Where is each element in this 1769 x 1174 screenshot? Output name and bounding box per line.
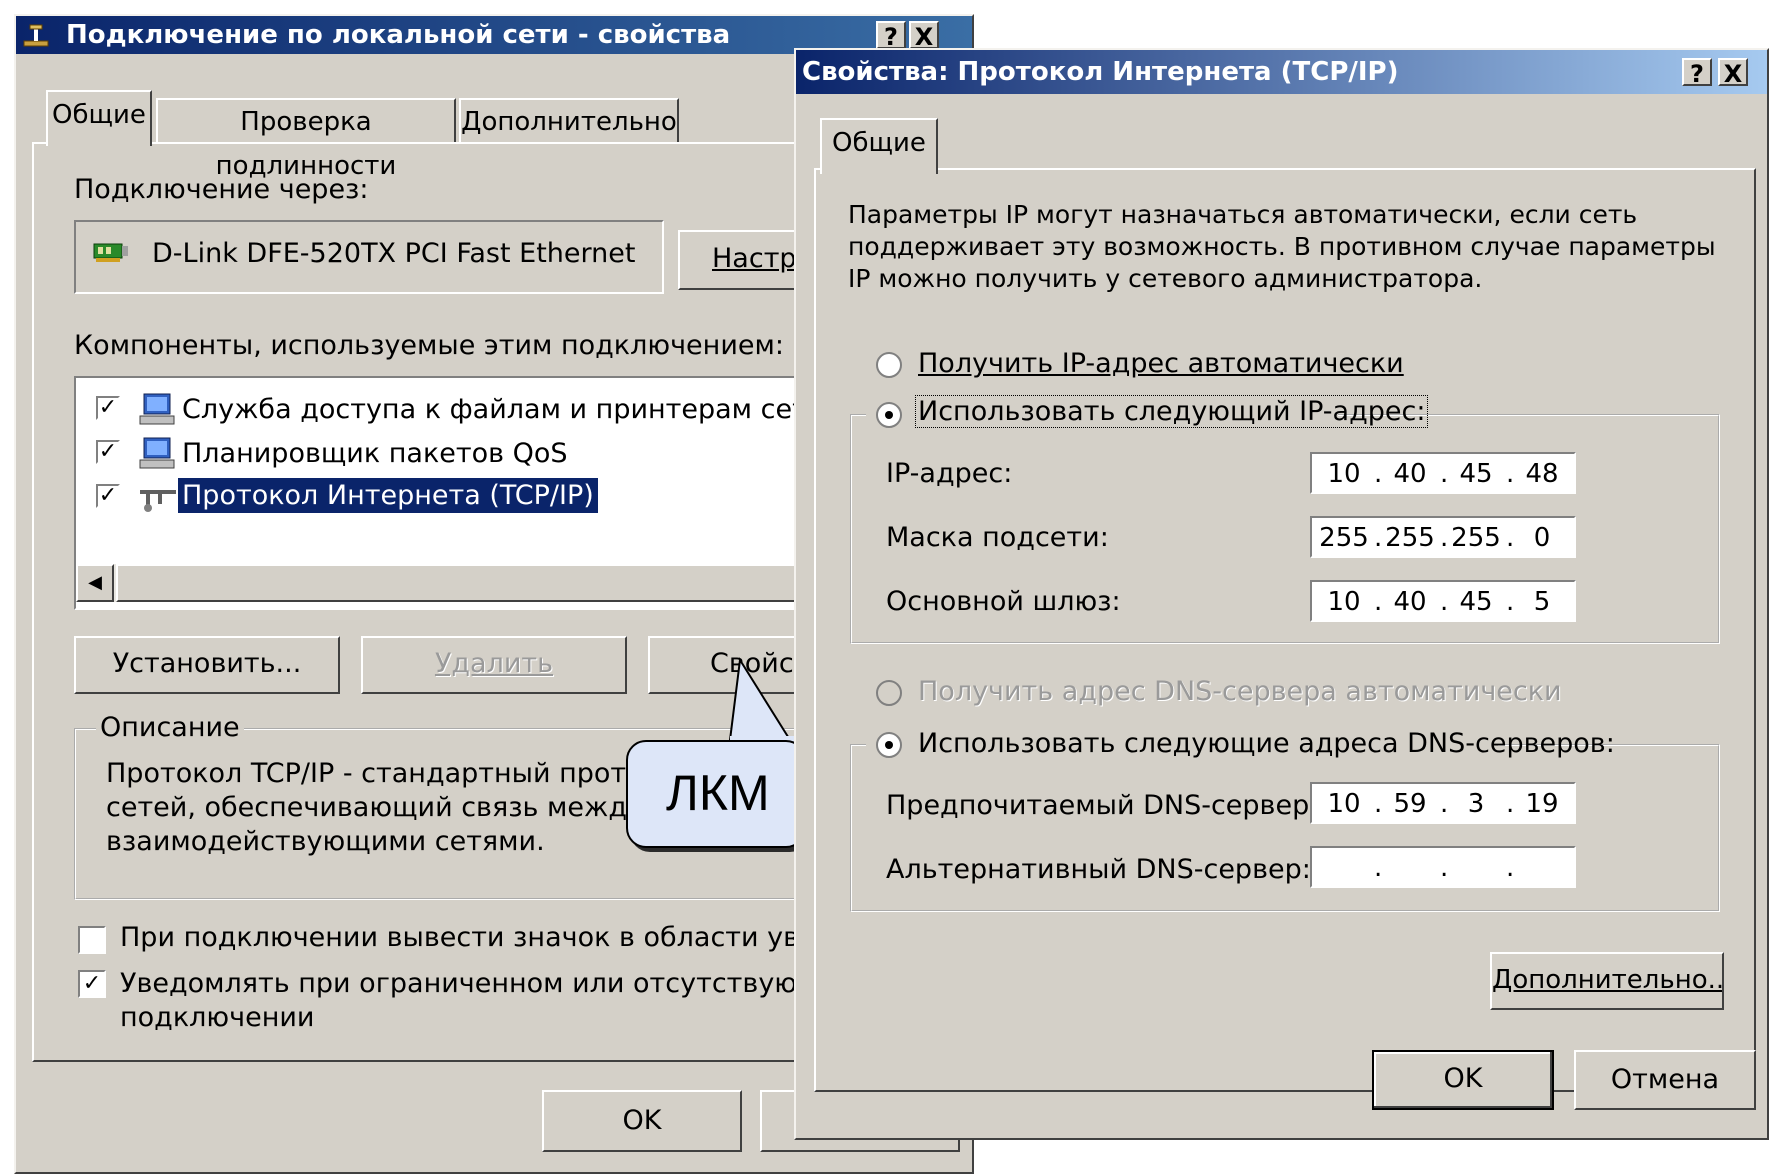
advanced-button-label: Дополнительно...: [1492, 965, 1724, 995]
intro-line: IP можно получить у сетевого администрат…: [848, 264, 1483, 293]
manual-dns-group: [850, 744, 1720, 912]
intro-line: поддерживает эту возможность. В противно…: [848, 232, 1716, 261]
lan-help-button[interactable]: ?: [876, 21, 906, 51]
close-button[interactable]: X: [1718, 58, 1748, 88]
tcpip-dialog-titlebar[interactable]: Свойства: Протокол Интернета (TCP/IP) ? …: [796, 50, 1767, 94]
description-line: сетей, обеспечивающий связь между р: [106, 792, 669, 823]
description-line: Протокол TCP/IP - стандартный проток: [106, 758, 659, 789]
gateway-octet: 5: [1533, 587, 1551, 617]
computer-icon: [136, 436, 176, 476]
gateway-octet: 40: [1393, 587, 1427, 617]
remove-button: Удалить: [361, 636, 627, 694]
computer-icon: [136, 392, 176, 432]
cancel-button[interactable]: Отмена: [1574, 1050, 1756, 1110]
description-title: Описание: [96, 712, 244, 743]
gateway-octet: 10: [1327, 587, 1361, 617]
manual-dns-radio[interactable]: [876, 732, 902, 758]
notify-label-line2: подключении: [120, 1002, 315, 1033]
tab-general-label: Общие: [52, 100, 146, 130]
install-button[interactable]: Установить...: [74, 636, 340, 694]
tab-general[interactable]: Общие: [46, 90, 152, 146]
notify-checkbox[interactable]: ✓: [78, 970, 106, 998]
close-icon: X: [1723, 60, 1743, 88]
subnet-octet: 0: [1533, 523, 1551, 553]
callout-bubble: ЛКМ: [626, 740, 806, 848]
gateway-field[interactable]: 10. 40. 45. 5: [1310, 580, 1576, 622]
lan-ok-label: OK: [622, 1105, 662, 1136]
auto-ip-label: Получить IP-адрес автоматически: [918, 348, 1404, 379]
help-button[interactable]: ?: [1682, 58, 1712, 88]
ip-address-field[interactable]: 10. 40. 45. 48: [1310, 452, 1576, 494]
components-label: Компоненты, используемые этим подключени…: [74, 330, 784, 361]
show-icon-checkbox[interactable]: [78, 926, 106, 954]
description-line: взаимодействующими сетями.: [106, 826, 545, 857]
show-icon-label: При подключении вывести значок в области…: [120, 922, 851, 953]
connect-via-label: Подключение через:: [74, 174, 369, 205]
preferred-dns-field[interactable]: 10. 59. 3. 19: [1310, 782, 1576, 824]
subnet-mask-field[interactable]: 255. 255. 255. 0: [1310, 516, 1576, 558]
preferred-dns-label: Предпочитаемый DNS-сервер:: [886, 790, 1319, 821]
ok-button-label: OK: [1443, 1063, 1483, 1094]
network-icon: [22, 22, 50, 48]
tab-authentication[interactable]: Проверка подлинности: [156, 98, 456, 181]
subnet-octet: 255: [1385, 523, 1435, 553]
configure-button-label: Настр: [712, 243, 797, 274]
tcpip-properties-dialog: Свойства: Протокол Интернета (TCP/IP) ? …: [794, 48, 1769, 1140]
network-card-icon: [92, 240, 130, 268]
component-checkbox[interactable]: ✓: [96, 484, 120, 508]
cancel-button-label: Отмена: [1610, 1064, 1720, 1095]
alternate-dns-label: Альтернативный DNS-сервер:: [886, 854, 1311, 885]
ip-octet: 40: [1393, 459, 1427, 489]
manual-dns-label: Использовать следующие адреса DNS-сервер…: [918, 728, 1615, 759]
scroll-left-button[interactable]: ◀: [76, 564, 114, 602]
advanced-button[interactable]: Дополнительно...: [1490, 952, 1724, 1010]
subnet-octet: 255: [1319, 523, 1369, 553]
notify-label-line1: Уведомлять при ограниченном или отсутств…: [120, 968, 840, 999]
install-button-label: Установить...: [112, 648, 302, 679]
ip-address-label: IP-адрес:: [886, 458, 1013, 489]
lan-dialog-title: Подключение по локальной сети - свойства: [66, 20, 731, 50]
remove-button-label: Удалить: [434, 648, 554, 679]
component-checkbox[interactable]: ✓: [96, 440, 120, 464]
component-label-selected: Протокол Интернета (TCP/IP): [177, 477, 599, 514]
scroll-thumb[interactable]: [116, 564, 816, 602]
component-label: Планировщик пакетов QoS: [182, 438, 568, 469]
auto-ip-radio[interactable]: [876, 352, 902, 378]
protocol-icon: [138, 484, 178, 518]
ip-octet: 48: [1525, 459, 1559, 489]
lan-ok-button[interactable]: OK: [542, 1090, 742, 1152]
subnet-label: Маска подсети:: [886, 522, 1109, 553]
manual-ip-radio[interactable]: [876, 402, 902, 428]
tab-general-label: Общие: [832, 128, 926, 158]
component-label: Служба доступа к файлам и принтерам сете…: [182, 394, 842, 425]
adapter-name: D-Link DFE-520TX PCI Fast Ethernet: [152, 238, 636, 269]
dns-octet: 19: [1525, 789, 1559, 819]
subnet-octet: 255: [1451, 523, 1501, 553]
auto-dns-radio: [876, 680, 902, 706]
gateway-label: Основной шлюз:: [886, 586, 1121, 617]
auto-dns-label: Получить адрес DNS-сервера автоматически: [918, 676, 1562, 707]
help-button-label: ?: [1690, 60, 1704, 88]
dns-octet: 59: [1393, 789, 1427, 819]
tcpip-dialog-title: Свойства: Протокол Интернета (TCP/IP): [802, 57, 1399, 87]
ip-octet: 45: [1459, 459, 1493, 489]
adapter-box: D-Link DFE-520TX PCI Fast Ethernet: [74, 220, 664, 294]
ok-button[interactable]: OK: [1372, 1050, 1554, 1110]
dns-octet: 3: [1467, 789, 1485, 819]
tab-advanced[interactable]: Дополнительно: [459, 98, 679, 144]
lan-close-button[interactable]: X: [909, 21, 939, 51]
tab-general[interactable]: Общие: [820, 118, 938, 174]
component-checkbox[interactable]: ✓: [96, 396, 120, 420]
ip-octet: 10: [1327, 459, 1361, 489]
tab-advanced-label: Дополнительно: [461, 107, 677, 137]
alternate-dns-field[interactable]: ...: [1310, 846, 1576, 888]
dns-octet: 10: [1327, 789, 1361, 819]
gateway-octet: 45: [1459, 587, 1493, 617]
intro-line: Параметры IP могут назначаться автоматич…: [848, 200, 1638, 229]
callout-text: ЛКМ: [666, 765, 770, 821]
manual-ip-label: Использовать следующий IP-адрес:: [914, 395, 1429, 428]
